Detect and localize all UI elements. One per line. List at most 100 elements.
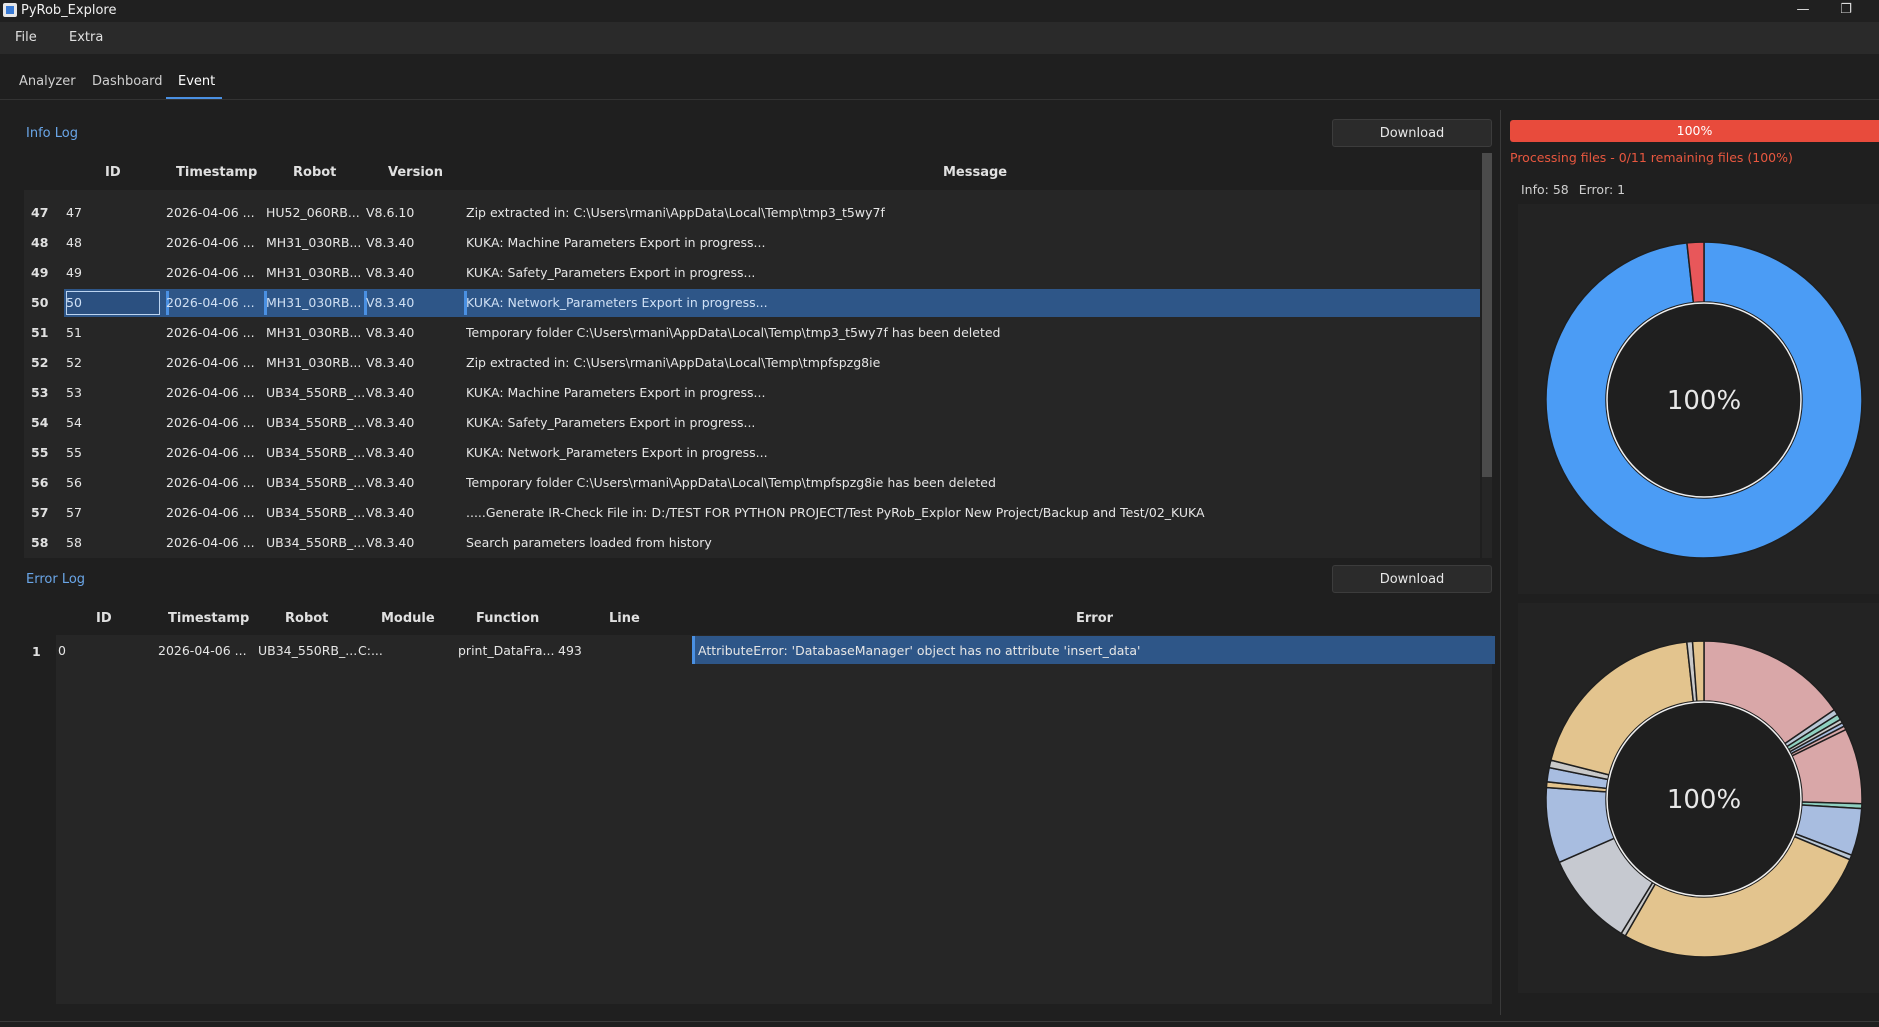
- info-cell-ver[interactable]: V8.6.10: [366, 205, 414, 220]
- info-cell-id[interactable]: 49: [66, 265, 82, 280]
- menu-file[interactable]: File: [15, 30, 37, 45]
- error-header-line[interactable]: Line: [609, 611, 640, 626]
- info-cell-robot[interactable]: MH31_030RB...: [266, 235, 361, 250]
- info-cell-robot[interactable]: UB34_550RB_...: [266, 535, 364, 550]
- info-cell-robot[interactable]: MH31_030RB...: [266, 325, 361, 340]
- info-cell-ver[interactable]: V8.3.40: [366, 475, 414, 490]
- info-cell-ver[interactable]: V8.3.40: [366, 265, 414, 280]
- info-cell-msg[interactable]: Temporary folder C:\Users\rmani\AppData\…: [466, 325, 1000, 340]
- info-cell-ts[interactable]: 2026-04-06 ...: [166, 325, 255, 340]
- info-cell-robot[interactable]: UB34_550RB_...: [266, 505, 364, 520]
- info-cell-msg[interactable]: KUKA: Network_Parameters Export in progr…: [466, 445, 768, 460]
- info-cell-ver[interactable]: V8.3.40: [366, 385, 414, 400]
- error-cell-id[interactable]: 0: [58, 643, 66, 658]
- tab-event[interactable]: Event: [178, 74, 215, 89]
- panel-splitter[interactable]: [1500, 110, 1501, 1015]
- info-cell-ts[interactable]: 2026-04-06 ...: [166, 505, 255, 520]
- row-number: 55: [31, 445, 49, 460]
- info-cell-ts[interactable]: 2026-04-06 ...: [166, 355, 255, 370]
- error-header-robot[interactable]: Robot: [285, 611, 328, 626]
- info-cell-msg[interactable]: KUKA: Network_Parameters Export in progr…: [466, 295, 768, 310]
- info-header-message[interactable]: Message: [943, 165, 1007, 180]
- info-cell-robot[interactable]: UB34_550RB_...: [266, 385, 364, 400]
- info-cell-id[interactable]: 48: [66, 235, 82, 250]
- info-cell-msg[interactable]: Zip extracted in: C:\Users\rmani\AppData…: [466, 355, 880, 370]
- menu-extra[interactable]: Extra: [69, 30, 103, 45]
- info-cell-robot[interactable]: MH31_030RB...: [266, 355, 361, 370]
- info-cell-msg[interactable]: KUKA: Machine Parameters Export in progr…: [466, 235, 765, 250]
- error-cell-line[interactable]: 493: [558, 643, 582, 658]
- info-cell-msg[interactable]: KUKA: Safety_Parameters Export in progre…: [466, 415, 755, 430]
- info-cell-ts[interactable]: 2026-04-06 ...: [166, 415, 255, 430]
- processing-status: Processing files - 0/11 remaining files …: [1510, 150, 1793, 165]
- info-cell-robot[interactable]: MH31_030RB...: [266, 265, 361, 280]
- info-cell-id[interactable]: 55: [66, 445, 82, 460]
- row-number: 58: [31, 535, 49, 550]
- menu-bar: [0, 22, 1879, 54]
- info-cell-robot[interactable]: UB34_550RB_...: [266, 415, 364, 430]
- info-cell-id[interactable]: 54: [66, 415, 82, 430]
- info-cell-msg[interactable]: Search parameters loaded from history: [466, 535, 712, 550]
- info-cell-id[interactable]: 50: [66, 295, 82, 310]
- row-number: 51: [31, 325, 49, 340]
- error-header-timestamp[interactable]: Timestamp: [168, 611, 249, 626]
- info-log-download-button[interactable]: Download: [1332, 119, 1492, 147]
- info-cell-ts[interactable]: 2026-04-06 ...: [166, 295, 255, 310]
- info-cell-ver[interactable]: V8.3.40: [366, 415, 414, 430]
- info-cell-ts[interactable]: 2026-04-06 ...: [166, 235, 255, 250]
- error-header-error[interactable]: Error: [1076, 611, 1113, 626]
- info-cell-robot[interactable]: UB34_550RB_...: [266, 445, 364, 460]
- info-header-id[interactable]: ID: [105, 165, 121, 180]
- info-cell-ts[interactable]: 2026-04-06 ...: [166, 475, 255, 490]
- info-cell-id[interactable]: 53: [66, 385, 82, 400]
- info-cell-robot[interactable]: UB34_550RB_...: [266, 475, 364, 490]
- error-cell-message[interactable]: AttributeError: 'DatabaseManager' object…: [698, 643, 1140, 658]
- info-cell-id[interactable]: 52: [66, 355, 82, 370]
- info-cell-msg[interactable]: KUKA: Machine Parameters Export in progr…: [466, 385, 765, 400]
- tab-dashboard[interactable]: Dashboard: [92, 74, 163, 89]
- error-log-download-button[interactable]: Download: [1332, 565, 1492, 593]
- error-header-id[interactable]: ID: [96, 611, 112, 626]
- info-cell-id[interactable]: 57: [66, 505, 82, 520]
- error-cell-module[interactable]: C:...: [358, 643, 383, 658]
- info-cell-id[interactable]: 51: [66, 325, 82, 340]
- error-header-module[interactable]: Module: [381, 611, 435, 626]
- info-header-timestamp[interactable]: Timestamp: [176, 165, 257, 180]
- info-cell-ts[interactable]: 2026-04-06 ...: [166, 385, 255, 400]
- info-cell-ver[interactable]: V8.3.40: [366, 355, 414, 370]
- info-cell-ver[interactable]: V8.3.40: [366, 295, 414, 310]
- error-header-function[interactable]: Function: [476, 611, 539, 626]
- info-cell-ts[interactable]: 2026-04-06 ...: [166, 265, 255, 280]
- info-cell-id[interactable]: 56: [66, 475, 82, 490]
- info-cell-robot[interactable]: HU52_060RB...: [266, 205, 360, 220]
- info-cell-ver[interactable]: V8.3.40: [366, 535, 414, 550]
- info-cell-ver[interactable]: V8.3.40: [366, 445, 414, 460]
- minimize-button[interactable]: —: [1783, 0, 1823, 22]
- info-cell-msg[interactable]: .....Generate IR-Check File in: D:/TEST …: [466, 505, 1205, 520]
- info-cell-ver[interactable]: V8.3.40: [366, 505, 414, 520]
- info-header-robot[interactable]: Robot: [293, 165, 336, 180]
- info-cell-ts[interactable]: 2026-04-06 ...: [166, 535, 255, 550]
- info-header-version[interactable]: Version: [388, 165, 443, 180]
- row-number: 54: [31, 415, 49, 430]
- error-cell-function[interactable]: print_DataFra...: [458, 643, 554, 658]
- row-number: 56: [31, 475, 49, 490]
- restore-button[interactable]: ❐: [1826, 0, 1866, 22]
- info-cell-id[interactable]: 58: [66, 535, 82, 550]
- error-cell-timestamp[interactable]: 2026-04-06 ...: [158, 643, 247, 658]
- donut-center-label: 100%: [1667, 386, 1741, 416]
- info-cell-id[interactable]: 47: [66, 205, 82, 220]
- info-cell-msg[interactable]: KUKA: Safety_Parameters Export in progre…: [466, 265, 755, 280]
- info-cell-robot[interactable]: MH31_030RB...: [266, 295, 361, 310]
- info-cell-ts[interactable]: 2026-04-06 ...: [166, 205, 255, 220]
- info-cell-msg[interactable]: Temporary folder C:\Users\rmani\AppData\…: [466, 475, 996, 490]
- info-cell-ver[interactable]: V8.3.40: [366, 235, 414, 250]
- info-cell-ts[interactable]: 2026-04-06 ...: [166, 445, 255, 460]
- info-cell-ver[interactable]: V8.3.40: [366, 325, 414, 340]
- tab-analyzer[interactable]: Analyzer: [19, 74, 76, 89]
- error-cell-robot[interactable]: UB34_550RB_...: [258, 643, 357, 658]
- info-log-scroll-thumb[interactable]: [1482, 153, 1492, 477]
- info-cell-msg[interactable]: Zip extracted in: C:\Users\rmani\AppData…: [466, 205, 885, 220]
- row-number: 48: [31, 235, 49, 250]
- robot-distribution-donut-chart: 100%: [1545, 640, 1863, 958]
